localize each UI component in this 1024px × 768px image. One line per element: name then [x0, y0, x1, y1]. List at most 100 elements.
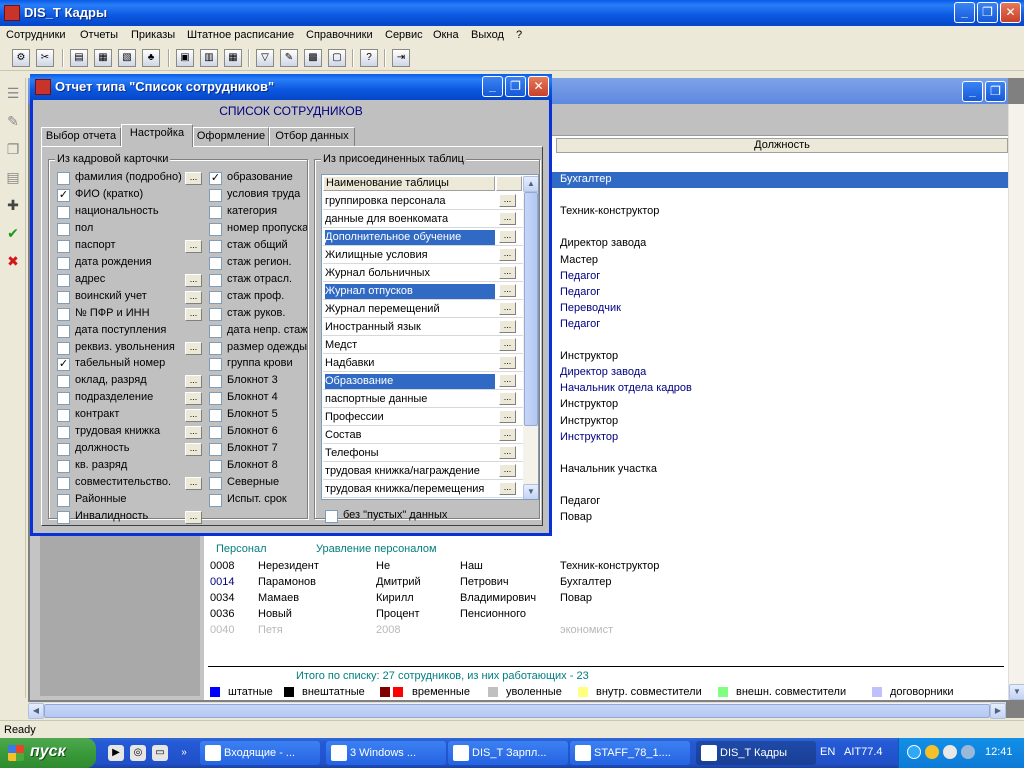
checkbox-box[interactable] [209, 443, 222, 457]
field-checkbox[interactable]: оклад, разряд [57, 373, 185, 389]
checkbox-box[interactable]: ✓ [57, 188, 70, 202]
child-maximize-button[interactable]: ❐ [985, 81, 1006, 102]
tray-star-icon[interactable] [925, 745, 939, 759]
checkbox-box[interactable] [57, 290, 70, 304]
field-checkbox[interactable]: группа крови [209, 356, 307, 372]
field-checkbox[interactable]: стаж проф. [209, 289, 307, 305]
field-checkbox[interactable]: стаж общий [209, 238, 307, 254]
checkbox-box[interactable] [57, 494, 70, 508]
help-icon[interactable]: ? [360, 49, 378, 67]
table-options-button[interactable]: ... [499, 428, 516, 441]
field-checkbox[interactable]: дата рождения [57, 255, 185, 271]
field-options-button[interactable]: ... [185, 375, 202, 389]
table-options-button[interactable]: ... [499, 266, 516, 279]
checkbox-box[interactable] [209, 205, 222, 219]
list-item[interactable]: группировка персонала... [323, 192, 523, 210]
scroll-left-button[interactable]: ◀ [28, 703, 44, 719]
field-checkbox[interactable]: № ПФР и ИНН [57, 306, 185, 322]
checkbox-box[interactable] [57, 256, 70, 270]
field-checkbox[interactable]: Блокнот 5 [209, 407, 307, 423]
checkbox-box[interactable] [209, 375, 222, 389]
new-document-icon[interactable]: ✚ [4, 196, 22, 214]
checkbox-box[interactable] [209, 460, 222, 474]
tray-volume-icon[interactable] [961, 745, 975, 759]
field-checkbox[interactable]: адрес [57, 272, 185, 288]
menu-exit[interactable]: Выход [471, 29, 504, 41]
filter-icon[interactable]: ▽ [256, 49, 274, 67]
table-row[interactable]: 0036 Новый Процент Пенсионного [208, 607, 1008, 623]
menu-references[interactable]: Справочники [306, 29, 373, 41]
field-options-button[interactable]: ... [185, 409, 202, 423]
calculator-icon[interactable]: ▩ [304, 49, 322, 67]
taskbar-button[interactable]: 3 Windows ... [326, 741, 446, 765]
table-options-button[interactable]: ... [499, 410, 516, 423]
users-icon[interactable]: ⚙ [12, 49, 30, 67]
field-checkbox[interactable]: Блокнот 6 [209, 424, 307, 440]
checkbox-box[interactable] [57, 205, 70, 219]
table-options-button[interactable]: ... [499, 374, 516, 387]
tray-network-icon[interactable] [943, 745, 957, 759]
tree-icon[interactable]: ♣ [142, 49, 160, 67]
table-options-button[interactable]: ... [499, 248, 516, 261]
grid-icon[interactable]: ▦ [224, 49, 242, 67]
doc2-icon[interactable]: ▣ [176, 49, 194, 67]
menu-orders[interactable]: Приказы [131, 29, 175, 41]
field-options-button[interactable]: ... [185, 392, 202, 406]
quicklaunch-more-icon[interactable]: » [176, 745, 192, 761]
field-checkbox[interactable]: Блокнот 4 [209, 390, 307, 406]
list-item[interactable]: Иностранный язык... [323, 318, 523, 336]
table-options-button[interactable]: ... [499, 320, 516, 333]
table-options-button[interactable]: ... [499, 230, 516, 243]
checkbox-box[interactable] [209, 307, 222, 321]
checkbox-box[interactable] [209, 477, 222, 491]
table-options-button[interactable]: ... [499, 392, 516, 405]
quicklaunch-icon[interactable]: ◎ [130, 745, 146, 761]
checkbox-box[interactable]: ✓ [209, 172, 222, 185]
field-checkbox[interactable]: Блокнот 8 [209, 458, 307, 474]
tables-scrollbar[interactable]: ▲ ▼ [523, 176, 538, 499]
list-item[interactable]: Профессии... [323, 408, 523, 426]
language-indicator[interactable]: EN [820, 746, 835, 758]
checkbox-box[interactable] [57, 511, 70, 524]
checkbox-box[interactable] [57, 375, 70, 389]
checkbox-box[interactable] [57, 477, 70, 491]
list-item[interactable]: паспортные данные... [323, 390, 523, 408]
field-options-button[interactable]: ... [185, 290, 202, 304]
tables-scroll-down[interactable]: ▼ [523, 484, 538, 499]
checkbox-box[interactable] [57, 443, 70, 457]
field-checkbox[interactable]: стаж руков. [209, 306, 307, 322]
dialog-minimize-button[interactable]: _ [482, 76, 503, 97]
exit-icon[interactable]: ⇥ [392, 49, 410, 67]
checkbox-box[interactable] [57, 172, 70, 185]
list-item[interactable]: данные для военкомата... [323, 210, 523, 228]
close-button[interactable]: ✕ [1000, 2, 1021, 23]
checkbox-box[interactable] [57, 409, 70, 423]
field-options-button[interactable]: ... [185, 273, 202, 287]
field-options-button[interactable]: ... [185, 511, 202, 524]
check-icon[interactable]: ✔ [4, 224, 22, 242]
print-icon[interactable]: ▤ [4, 168, 22, 186]
field-options-button[interactable]: ... [185, 443, 202, 457]
tab-data-filter[interactable]: Отбор данных [269, 127, 355, 146]
field-checkbox[interactable]: трудовая книжка [57, 424, 185, 440]
tray-arrow-icon[interactable] [907, 745, 921, 759]
menu-employees[interactable]: Сотрудники [6, 29, 66, 41]
table-row[interactable]: 0034 Мамаев Кирилл Владимирович Повар [208, 591, 1008, 607]
menu-service[interactable]: Сервис [385, 29, 423, 41]
checkbox-box[interactable]: ✓ [57, 358, 70, 372]
copy-icon[interactable]: ❐ [4, 140, 22, 158]
checkbox-box[interactable] [209, 324, 222, 338]
pencil-icon[interactable]: ✎ [4, 112, 22, 130]
checkbox-box[interactable] [209, 239, 222, 253]
field-checkbox[interactable]: дата поступления [57, 323, 185, 339]
list-item[interactable]: Журнал отпусков... [323, 282, 523, 300]
tab-settings[interactable]: Настройка [121, 124, 193, 147]
taskbar-button[interactable]: DIS_T Кадры [696, 741, 816, 765]
checkbox-box[interactable] [209, 409, 222, 423]
field-options-button[interactable]: ... [185, 239, 202, 253]
table-row[interactable]: 0008 Нерезидент Не Наш Техник-конструктор [208, 559, 1008, 575]
list-item[interactable]: Журнал перемещений... [323, 300, 523, 318]
field-options-button[interactable]: ... [185, 172, 202, 185]
field-checkbox[interactable]: Блокнот 3 [209, 373, 307, 389]
checkbox-box[interactable] [57, 426, 70, 440]
